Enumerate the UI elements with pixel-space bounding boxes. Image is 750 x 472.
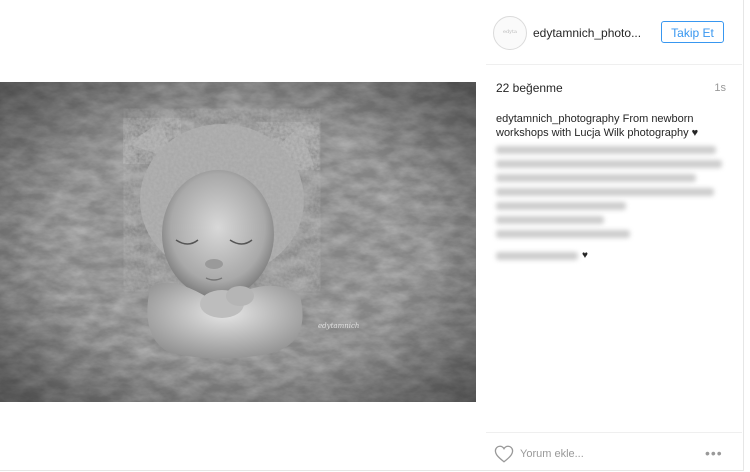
blurred-hashtags-line (496, 160, 722, 168)
username-link[interactable]: edytamnich_photo... (533, 26, 641, 40)
caption-username[interactable]: edytamnich_photography (496, 113, 620, 125)
post-time[interactable]: 1s (714, 82, 726, 94)
ellipsis-icon[interactable]: ••• (705, 446, 727, 460)
blurred-hashtags-line (496, 188, 714, 196)
blurred-hashtags-line (496, 216, 604, 224)
avatar[interactable]: edyta (493, 16, 527, 50)
post-sidebar: edyta edytamnich_photo... Takip Et 22 be… (486, 0, 742, 470)
newborn-photo-image: edytamnich (0, 82, 476, 402)
follow-button[interactable]: Takip Et (661, 21, 724, 43)
comment-item: ♥ (496, 247, 606, 261)
comment-input[interactable] (520, 445, 670, 463)
post-header: edyta edytamnich_photo... Takip Et (486, 0, 742, 65)
blurred-hashtags-line (496, 174, 696, 182)
heart-outline-icon[interactable] (494, 445, 514, 463)
likes-count[interactable]: 22 beğenme (496, 81, 563, 95)
blurred-comment (496, 251, 578, 260)
blurred-hashtags-line (496, 146, 716, 154)
post-dialog: edytamnich edyta edytamnich_photo... Tak… (0, 0, 744, 471)
post-footer: ••• (486, 432, 742, 471)
blurred-hashtags-line (496, 230, 630, 238)
avatar-text: edyta (503, 29, 517, 35)
post-caption: edytamnich_photography From newborn work… (496, 112, 726, 238)
caption-heart: ♥ (691, 127, 699, 139)
blurred-hashtags-line (496, 202, 626, 210)
comment-heart: ♥ (582, 250, 588, 262)
post-photo[interactable]: edytamnich (0, 82, 476, 402)
